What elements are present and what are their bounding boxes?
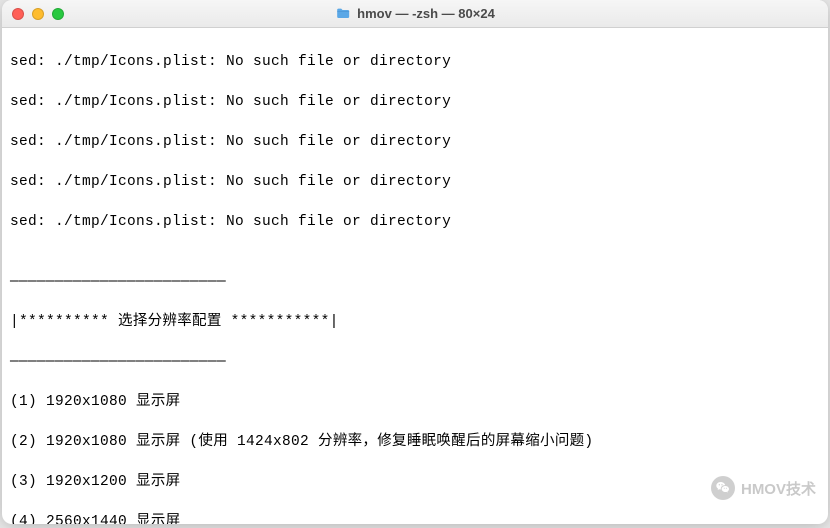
term-line: sed: ./tmp/Icons.plist: No such file or …: [10, 52, 820, 72]
term-line: ————————————————————————: [10, 272, 820, 292]
term-line: sed: ./tmp/Icons.plist: No such file or …: [10, 92, 820, 112]
term-line: sed: ./tmp/Icons.plist: No such file or …: [10, 212, 820, 232]
term-line: (4) 2560x1440 显示屏: [10, 512, 820, 524]
close-button[interactable]: [12, 8, 24, 20]
window-title: hmov — -zsh — 80×24: [335, 6, 495, 22]
term-line: sed: ./tmp/Icons.plist: No such file or …: [10, 172, 820, 192]
terminal-window: hmov — -zsh — 80×24 sed: ./tmp/Icons.pli…: [2, 0, 828, 524]
term-line: (3) 1920x1200 显示屏: [10, 472, 820, 492]
folder-icon: [335, 6, 351, 22]
minimize-button[interactable]: [32, 8, 44, 20]
term-line: (2) 1920x1080 显示屏 (使用 1424x802 分辨率，修复睡眠唤…: [10, 432, 820, 452]
window-title-text: hmov — -zsh — 80×24: [357, 6, 495, 21]
zoom-button[interactable]: [52, 8, 64, 20]
terminal-body[interactable]: sed: ./tmp/Icons.plist: No such file or …: [2, 28, 828, 524]
traffic-lights: [12, 8, 64, 20]
term-line: (1) 1920x1080 显示屏: [10, 392, 820, 412]
term-line: |********** 选择分辨率配置 ***********|: [10, 312, 820, 332]
term-line: ————————————————————————: [10, 352, 820, 372]
term-line: sed: ./tmp/Icons.plist: No such file or …: [10, 132, 820, 152]
titlebar: hmov — -zsh — 80×24: [2, 0, 828, 28]
